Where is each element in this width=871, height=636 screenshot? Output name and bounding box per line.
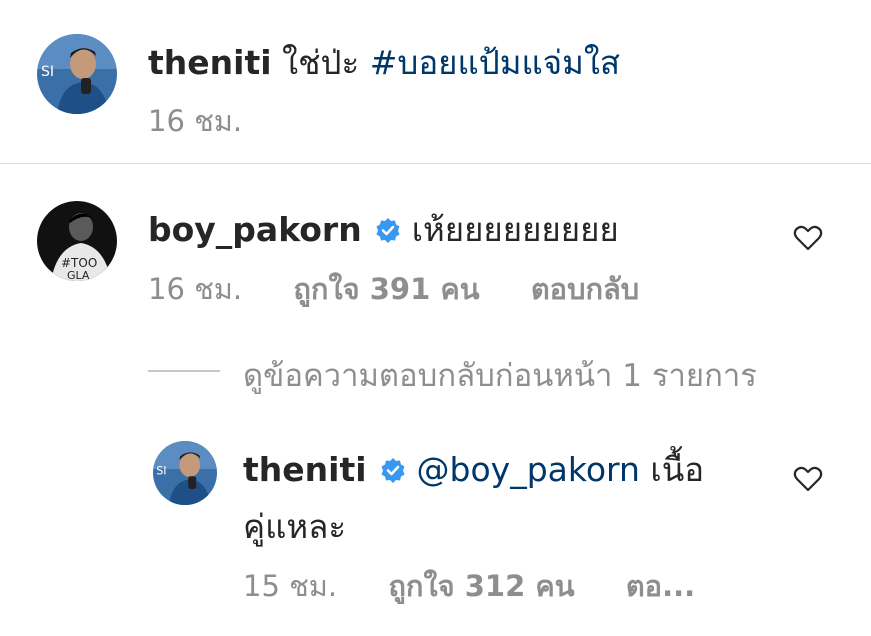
verified-badge-icon — [376, 218, 400, 243]
reply-reply-button[interactable]: ตอ... — [626, 569, 695, 603]
reply-text-line1: เนื้อ — [650, 450, 705, 489]
reply-meta: 15 ชม. ถูกใจ 312 คน ตอ... — [243, 563, 737, 609]
verified-badge-icon — [381, 458, 405, 483]
svg-text:SI: SI — [41, 64, 54, 80]
avatar-boy-pakorn[interactable]: #TOO GLA — [37, 201, 117, 281]
post-caption: theniti ใช่ป่ะ #บอยแป้มแจ่มใส — [148, 36, 620, 89]
reply-likes[interactable]: ถูกใจ 312 คน — [388, 569, 574, 603]
comment-text: เห้ยยยยยยยยย — [411, 210, 619, 249]
comment-body: boy_pakorn เห้ยยยยยยยยย — [148, 203, 619, 256]
comment-likes[interactable]: ถูกใจ 391 คน — [293, 272, 479, 306]
comment-username[interactable]: boy_pakorn — [148, 210, 362, 249]
post-meta: 16 ชม. — [148, 98, 284, 144]
reply-time: 15 ชม. — [243, 569, 338, 603]
comment-reply-button[interactable]: ตอบกลับ — [531, 272, 639, 306]
svg-text:#TOO: #TOO — [61, 256, 97, 270]
svg-text:GLA: GLA — [67, 269, 90, 281]
heart-icon[interactable] — [793, 465, 823, 493]
post-hashtag[interactable]: #บอยแป้มแจ่มใส — [370, 43, 620, 82]
reply-username[interactable]: theniti — [243, 450, 367, 489]
reply-text-line2: คู่แหละ — [243, 507, 347, 546]
heart-icon[interactable] — [793, 224, 823, 252]
svg-text:SI: SI — [156, 465, 166, 478]
reply-body-line1: theniti @boy_pakorn เนื้อ — [243, 443, 704, 496]
view-previous-replies-button[interactable]: ดูข้อความตอบกลับก่อนหน้า 1 รายการ — [243, 350, 757, 400]
post-time: 16 ชม. — [148, 104, 243, 138]
comment-meta: 16 ชม. ถูกใจ 391 คน ตอบกลับ — [148, 266, 681, 312]
post-caption-text: ใช่ป่ะ — [282, 43, 360, 82]
reply-mention[interactable]: @boy_pakorn — [417, 450, 640, 489]
comment-time: 16 ชม. — [148, 272, 243, 306]
reply-body-line2: คู่แหละ — [243, 500, 346, 553]
avatar-theniti-post[interactable]: SI — [37, 34, 117, 114]
avatar-theniti-reply[interactable]: SI — [153, 441, 217, 505]
post-username[interactable]: theniti — [148, 43, 272, 82]
divider — [0, 163, 871, 164]
replies-line — [148, 370, 220, 372]
